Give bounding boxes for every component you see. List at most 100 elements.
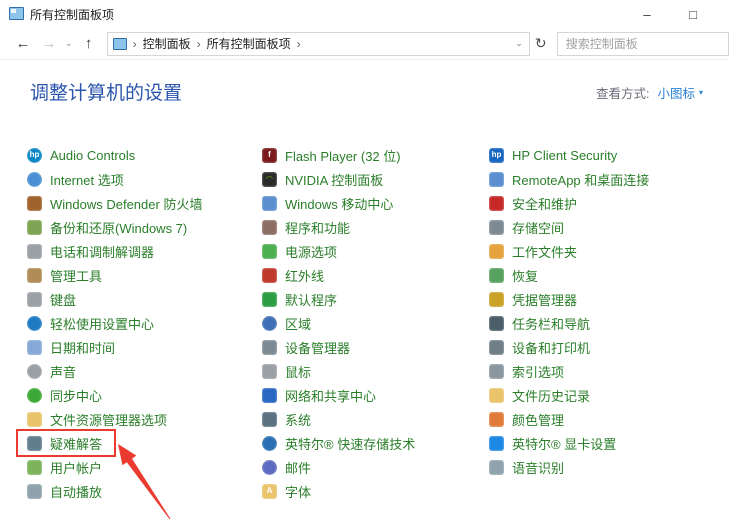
control-panel-item-backup-restore[interactable]: 备份和还原(Windows 7) (27, 215, 187, 239)
control-panel-item-indexing-options[interactable]: 索引选项 (489, 359, 564, 383)
control-panel-item-keyboard[interactable]: 键盘 (27, 287, 76, 311)
up-icon[interactable]: ↑ (76, 32, 102, 56)
control-panel-item-taskbar-navigation[interactable]: 任务栏和导航 (489, 311, 590, 335)
breadcrumb-all-items[interactable]: 所有控制面板项 (207, 35, 291, 52)
back-icon[interactable]: ← (10, 32, 36, 56)
ease-of-access-center-icon (27, 316, 42, 331)
control-panel-item-sound[interactable]: 声音 (27, 359, 76, 383)
item-label: 疑难解答 (50, 434, 102, 453)
item-label: 字体 (285, 482, 311, 501)
flash-player-icon: f (262, 148, 277, 163)
control-panel-item-hp-audio-controls[interactable]: hp Audio Controls (27, 143, 135, 167)
address-dropdown-icon[interactable]: ⌄ (515, 38, 525, 49)
credential-manager-icon (489, 292, 504, 307)
network-sharing-center-icon (262, 388, 277, 403)
control-panel-item-speech-recognition[interactable]: 语音识别 (489, 455, 564, 479)
item-label: 恢复 (512, 266, 538, 285)
control-panel-item-mail[interactable]: 邮件 (262, 455, 311, 479)
address-bar[interactable]: › 控制面板 › 所有控制面板项 › ⌄ (107, 32, 530, 56)
troubleshooting-icon (27, 436, 42, 451)
control-panel-item-fonts[interactable]: A 字体 (262, 479, 311, 503)
control-panel-item-hp-client-security[interactable]: hpHP Client Security (489, 143, 617, 167)
minimize-button[interactable]: – (624, 0, 670, 28)
control-panel-item-nvidia-control-panel[interactable]: ◠ NVIDIA 控制面板 (262, 167, 383, 191)
control-panel-item-color-management[interactable]: 颜色管理 (489, 407, 564, 431)
item-label: 英特尔® 显卡设置 (512, 434, 616, 453)
nvidia-control-panel-icon: ◠ (262, 172, 277, 187)
breadcrumb-control-panel[interactable]: 控制面板 (143, 35, 191, 52)
view-by-caret-icon[interactable]: ▾ (699, 88, 703, 97)
control-panel-item-remoteapp-desktop-connections[interactable]: RemoteApp 和桌面连接 (489, 167, 649, 191)
item-label: 电源选项 (285, 242, 337, 261)
control-panel-item-work-folders[interactable]: 工作文件夹 (489, 239, 577, 263)
control-panel-item-system[interactable]: 系统 (262, 407, 311, 431)
control-panel-item-default-programs[interactable]: 默认程序 (262, 287, 337, 311)
control-panel-item-windows-mobility-center[interactable]: Windows 移动中心 (262, 191, 393, 215)
title-bar: 所有控制面板项 – □ (0, 0, 729, 28)
control-panel-item-internet-options[interactable]: Internet 选项 (27, 167, 124, 191)
control-panel-item-sync-center[interactable]: 同步中心 (27, 383, 102, 407)
page-title: 调整计算机的设置 (30, 78, 182, 105)
window-controls: – □ (624, 0, 716, 28)
control-panel-item-device-manager[interactable]: 设备管理器 (262, 335, 350, 359)
fonts-icon: A (262, 484, 277, 499)
hp-audio-controls-icon: hp (27, 148, 42, 163)
breadcrumb-separator: › (291, 37, 307, 51)
control-panel-item-admin-tools[interactable]: 管理工具 (27, 263, 102, 287)
control-panel-item-mouse[interactable]: 鼠标 (262, 359, 311, 383)
control-panel-item-region[interactable]: 区域 (262, 311, 311, 335)
history-chevron-icon[interactable]: ⌄ (62, 32, 76, 56)
item-label: HP Client Security (512, 148, 617, 163)
mouse-icon (262, 364, 277, 379)
search-input[interactable] (558, 33, 728, 55)
control-panel-item-programs-features[interactable]: 程序和功能 (262, 215, 350, 239)
speech-recognition-icon (489, 460, 504, 475)
control-panel-item-file-history[interactable]: 文件历史记录 (489, 383, 590, 407)
device-manager-icon (262, 340, 277, 355)
search-box (557, 32, 729, 56)
control-panel-item-phone-modem[interactable]: 电话和调制解调器 (27, 239, 154, 263)
refresh-icon[interactable]: ↻ (530, 32, 552, 56)
control-panel-item-intel-graphics-settings[interactable]: 英特尔® 显卡设置 (489, 431, 616, 455)
devices-printers-icon (489, 340, 504, 355)
item-label: 颜色管理 (512, 410, 564, 429)
view-by-value[interactable]: 小图标 (657, 83, 695, 102)
item-label: NVIDIA 控制面板 (285, 170, 383, 189)
control-panel-item-power-options[interactable]: 电源选项 (262, 239, 337, 263)
navigation-toolbar: ← → ⌄ ↑ › 控制面板 › 所有控制面板项 › ⌄ ↻ (0, 28, 729, 60)
control-panel-item-devices-printers[interactable]: 设备和打印机 (489, 335, 590, 359)
control-panel-item-infrared[interactable]: 红外线 (262, 263, 324, 287)
control-panel-item-network-sharing-center[interactable]: 网络和共享中心 (262, 383, 376, 407)
intel-graphics-settings-icon (489, 436, 504, 451)
forward-icon[interactable]: → (36, 32, 62, 56)
item-label: 系统 (285, 410, 311, 429)
control-panel-item-user-accounts[interactable]: 用户帐户 (27, 455, 102, 479)
item-label: 轻松使用设置中心 (50, 314, 154, 333)
system-icon (262, 412, 277, 427)
control-panel-item-file-explorer-options[interactable]: 文件资源管理器选项 (27, 407, 167, 431)
item-label: Audio Controls (50, 148, 135, 163)
control-panel-item-recovery[interactable]: 恢复 (489, 263, 538, 287)
control-panel-item-date-time[interactable]: 日期和时间 (27, 335, 115, 359)
control-panel-item-troubleshooting[interactable]: 疑难解答 (18, 431, 114, 455)
control-panel-item-windows-defender-firewall[interactable]: Windows Defender 防火墙 (27, 191, 202, 215)
control-panel-item-intel-rapid-storage[interactable]: 英特尔® 快速存储技术 (262, 431, 415, 455)
control-panel-item-ease-of-access-center[interactable]: 轻松使用设置中心 (27, 311, 154, 335)
maximize-button[interactable]: □ (670, 0, 716, 28)
item-label: 语音识别 (512, 458, 564, 477)
file-explorer-options-icon (27, 412, 42, 427)
item-label: 声音 (50, 362, 76, 381)
internet-options-icon (27, 172, 42, 187)
control-panel-item-security-maintenance[interactable]: 安全和维护 (489, 191, 577, 215)
infrared-icon (262, 268, 277, 283)
item-label: 默认程序 (285, 290, 337, 309)
control-panel-item-storage-spaces[interactable]: 存储空间 (489, 215, 564, 239)
item-label: 区域 (285, 314, 311, 333)
address-control-panel-icon (113, 38, 127, 50)
window-title: 所有控制面板项 (30, 6, 114, 23)
item-label: RemoteApp 和桌面连接 (512, 170, 649, 189)
item-label: 网络和共享中心 (285, 386, 376, 405)
control-panel-item-flash-player[interactable]: fFlash Player (32 位) (262, 143, 401, 167)
control-panel-item-autoplay[interactable]: 自动播放 (27, 479, 102, 503)
control-panel-item-credential-manager[interactable]: 凭据管理器 (489, 287, 577, 311)
